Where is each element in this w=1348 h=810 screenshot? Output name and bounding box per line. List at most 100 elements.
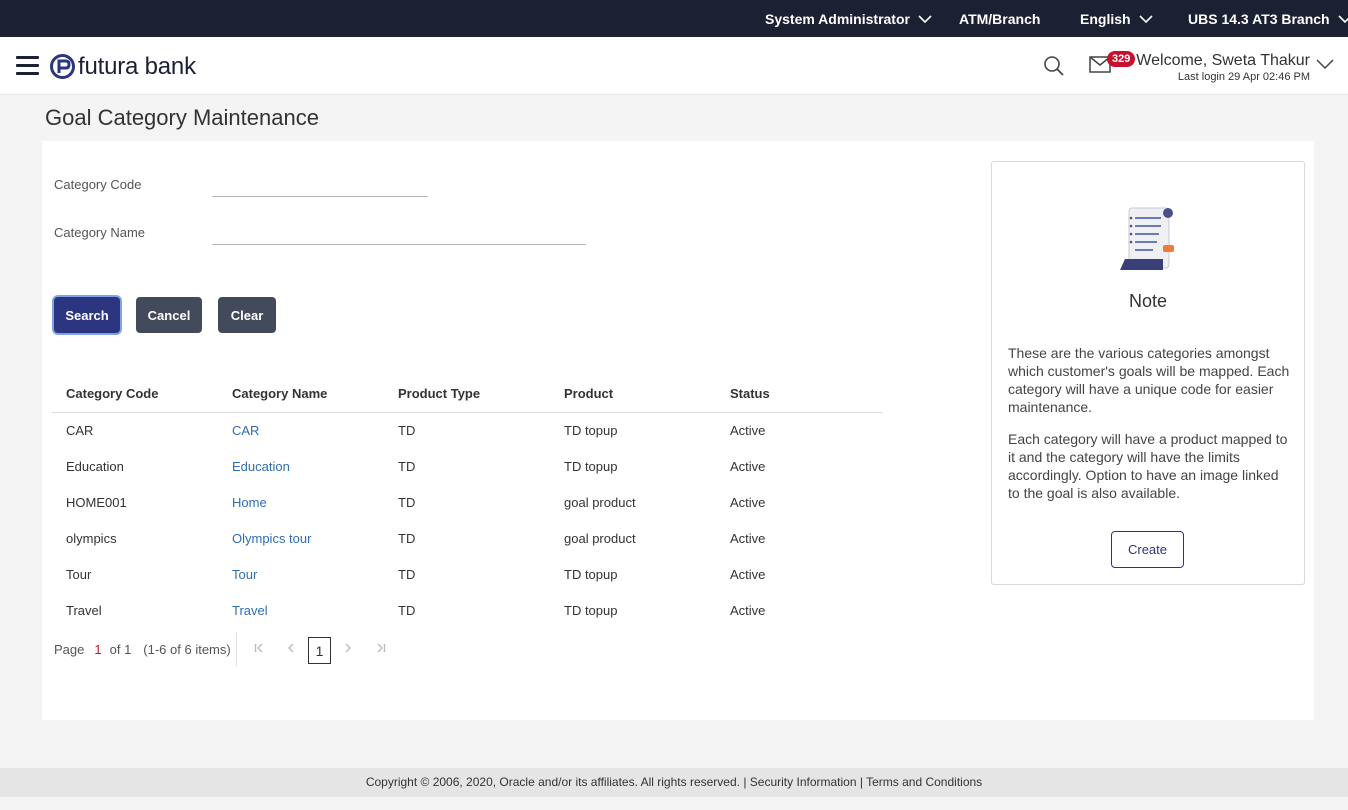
product-type-cell: TD <box>398 602 416 618</box>
clear-button[interactable]: Clear <box>218 297 276 333</box>
brand-name: futura bank <box>78 53 196 80</box>
product-cell: TD topup <box>564 458 618 474</box>
note-card: Note These are the various categories am… <box>991 161 1305 585</box>
top-bar: System Administrator ATM/Branch English … <box>0 0 1348 37</box>
category-code-cell: HOME001 <box>66 494 127 510</box>
product-type-cell: TD <box>398 566 416 582</box>
status-cell: Active <box>730 494 766 510</box>
entity-dropdown[interactable]: UBS 14.3 AT3 Branch <box>1188 11 1348 27</box>
category-name-cell: Home <box>218 484 384 520</box>
column-header[interactable]: Status <box>716 376 883 413</box>
product-type-cell: TD <box>398 494 416 510</box>
chevron-down-icon[interactable] <box>1316 59 1334 69</box>
category-name-cell: Education <box>218 448 384 484</box>
category-code-label: Category Code <box>54 177 142 192</box>
page-label: Page <box>54 641 85 657</box>
column-header[interactable]: Category Name <box>218 376 384 413</box>
language-label: English <box>1080 11 1131 27</box>
entity-label: UBS 14.3 AT3 Branch <box>1188 11 1330 27</box>
app-header: futura bank 329 Welcome, Sweta Thakur La… <box>0 37 1348 95</box>
atm-branch-link[interactable]: ATM/Branch <box>959 11 1040 27</box>
category-name-link[interactable]: Olympics tour <box>232 531 311 546</box>
status-cell: Active <box>730 566 766 582</box>
last-login-text: Last login 29 Apr 02:46 PM <box>1177 71 1310 83</box>
copyright-text: Copyright © 2006, 2020, Oracle and/or it… <box>365 775 740 789</box>
category-name-label: Category Name <box>54 225 146 240</box>
column-header[interactable]: Product <box>550 376 716 413</box>
chevron-down-icon <box>918 14 932 23</box>
category-name-cell: Tour <box>218 556 384 592</box>
language-dropdown[interactable]: English <box>1080 11 1153 27</box>
category-code-cell: Tour <box>66 566 92 582</box>
product-type-cell: TD <box>398 530 416 546</box>
futura-logo-icon <box>50 54 75 79</box>
footer: Copyright © 2006, 2020, Oracle and/or it… <box>0 768 1348 797</box>
page-of-label: of 1 <box>109 641 132 657</box>
chevron-down-icon <box>1138 14 1153 23</box>
product-type-cell: TD <box>398 422 416 438</box>
role-label: System Administrator <box>765 11 910 27</box>
category-table: Category Code Category Name Product Type… <box>52 376 883 628</box>
category-code-input[interactable] <box>212 175 428 197</box>
product-cell: goal product <box>564 494 636 510</box>
search-button[interactable]: Search <box>54 297 120 333</box>
category-code-cell: Travel <box>66 602 102 618</box>
create-button[interactable]: Create <box>1111 531 1184 568</box>
table-header-row: Category Code Category Name Product Type… <box>52 376 883 413</box>
category-name-cell: CAR <box>218 412 384 448</box>
previous-page-icon[interactable] <box>287 636 295 662</box>
chevron-down-icon <box>1338 14 1348 23</box>
note-title: Note <box>1128 291 1168 311</box>
product-cell: TD topup <box>564 602 618 618</box>
product-cell: TD topup <box>564 422 618 438</box>
security-information-link[interactable]: Security Information <box>750 775 857 789</box>
page-title: Goal Category Maintenance <box>45 105 319 130</box>
category-name-input[interactable] <box>212 223 586 245</box>
category-code-cell: olympics <box>66 530 117 546</box>
category-name-cell: Olympics tour <box>218 520 384 556</box>
status-cell: Active <box>730 530 766 546</box>
product-cell: TD topup <box>564 566 618 582</box>
status-cell: Active <box>730 458 766 474</box>
next-page-icon[interactable] <box>344 636 352 662</box>
table-row: CAR CAR TD TD topup Active <box>52 412 883 448</box>
column-header[interactable]: Product Type <box>384 376 550 413</box>
welcome-text: Welcome, Sweta Thakur <box>1136 52 1310 69</box>
footer-separator: | <box>859 775 863 789</box>
cancel-button[interactable]: Cancel <box>136 297 202 333</box>
status-cell: Active <box>730 422 766 438</box>
table-row: Education Education TD TD topup Active <box>52 448 883 484</box>
current-page-number: 1 <box>94 641 102 657</box>
last-page-icon[interactable] <box>376 636 386 662</box>
status-cell: Active <box>730 602 766 618</box>
notification-badge[interactable]: 329 <box>1107 51 1136 67</box>
note-paragraph: These are the various categories amongst… <box>1008 345 1290 415</box>
pager-divider <box>236 632 237 666</box>
first-page-icon[interactable] <box>254 636 264 662</box>
table-row: HOME001 Home TD goal product Active <box>52 484 883 520</box>
menu-icon[interactable] <box>16 56 39 76</box>
terms-conditions-link[interactable]: Terms and Conditions <box>866 775 982 789</box>
atm-branch-label: ATM/Branch <box>959 11 1041 27</box>
category-name-link[interactable]: CAR <box>232 423 259 438</box>
category-name-link[interactable]: Home <box>232 495 267 510</box>
category-code-cell: CAR <box>66 422 94 438</box>
role-dropdown[interactable]: System Administrator <box>765 11 932 27</box>
category-code-cell: Education <box>66 458 124 474</box>
category-name-link[interactable]: Education <box>232 459 290 474</box>
note-paragraph: Each category will have a product mapped… <box>1008 431 1288 501</box>
category-name-link[interactable]: Travel <box>232 603 268 618</box>
column-header[interactable]: Category Code <box>52 376 218 413</box>
category-name-link[interactable]: Tour <box>232 567 257 582</box>
footer-separator: | <box>743 775 747 789</box>
product-cell: goal product <box>564 530 636 546</box>
user-info[interactable]: Welcome, Sweta Thakur Last login 29 Apr … <box>1136 51 1310 84</box>
product-type-cell: TD <box>398 458 416 474</box>
table-row: Travel Travel TD TD topup Active <box>52 592 883 628</box>
page-number-button[interactable]: 1 <box>308 637 331 664</box>
pagination: Page 1 of 1 (1-6 of 6 items) 1 <box>54 632 386 666</box>
items-count: (1-6 of 6 items) <box>143 641 231 657</box>
search-icon[interactable] <box>1043 55 1065 77</box>
brand-logo[interactable]: futura bank <box>50 54 196 79</box>
table-row: Tour Tour TD TD topup Active <box>52 556 883 592</box>
